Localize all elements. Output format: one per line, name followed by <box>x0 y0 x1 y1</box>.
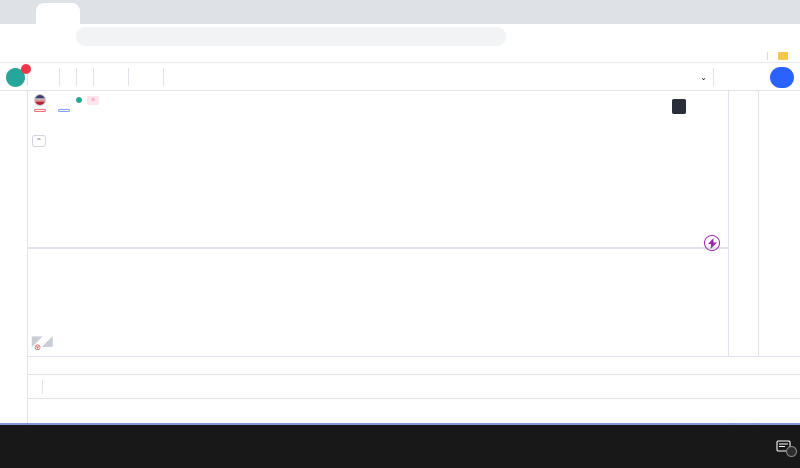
bottom-panel-bar <box>28 398 800 423</box>
pane-collapse-button[interactable]: ⌃ <box>32 135 46 147</box>
interval-button[interactable] <box>62 66 74 88</box>
forward-icon[interactable] <box>28 27 50 47</box>
replay-button[interactable] <box>146 66 161 88</box>
us-flag-icon <box>34 94 46 106</box>
chart-type-button[interactable] <box>79 66 91 88</box>
alert-button[interactable] <box>131 66 146 88</box>
chevron-down-icon: ⌄ <box>700 73 707 82</box>
taskbar <box>0 425 800 468</box>
folder-icon <box>778 52 788 60</box>
macd-indicator-label[interactable]: ⊛ <box>34 342 41 353</box>
axis-corner <box>728 356 800 374</box>
templates-button[interactable] <box>114 66 126 88</box>
tv-toolbar: ⌄ <box>0 64 800 91</box>
drawing-toolbar <box>0 91 28 425</box>
delayed-data-icon: ≡ <box>87 96 99 105</box>
screen: ⌄ ≡ <box>0 0 800 468</box>
all-bookmarks-button[interactable] <box>767 52 792 60</box>
settings-button[interactable] <box>728 66 740 88</box>
fullscreen-button[interactable] <box>740 66 752 88</box>
lock-icon <box>86 27 100 47</box>
notification-count-badge <box>786 446 797 457</box>
notification-center-icon[interactable] <box>776 440 792 454</box>
user-avatar[interactable] <box>6 68 25 87</box>
quote-row <box>34 109 110 112</box>
new-tab-button[interactable] <box>80 3 104 24</box>
symbol-row[interactable]: ≡ <box>34 94 110 106</box>
compare-button[interactable] <box>45 66 57 88</box>
back-icon[interactable] <box>6 27 28 47</box>
market-status-icon <box>76 97 82 103</box>
tv-toolbar-right: ⌄ <box>684 66 794 88</box>
publish-button[interactable] <box>770 67 794 88</box>
bid-value <box>34 109 46 112</box>
notification-badge <box>21 64 31 74</box>
boost-icon[interactable] <box>704 235 720 251</box>
timeframe-bar <box>28 374 800 398</box>
pane-divider[interactable] <box>28 247 728 249</box>
layout-name-button[interactable]: ⌄ <box>696 72 711 83</box>
time-axis[interactable] <box>28 356 728 374</box>
reload-icon[interactable] <box>50 27 72 47</box>
bookmarks-right <box>757 52 792 60</box>
system-tray <box>705 425 800 468</box>
url-input[interactable] <box>76 27 506 46</box>
active-tab[interactable] <box>36 3 80 24</box>
bookmarks-bar <box>0 49 800 63</box>
tooltip <box>672 99 686 114</box>
indicators-button[interactable] <box>96 66 114 88</box>
layout-select-button[interactable] <box>684 66 696 88</box>
symbol-search-button[interactable] <box>30 66 45 88</box>
chart-legend: ≡ <box>34 94 110 115</box>
undo-button[interactable] <box>166 66 178 88</box>
browser-tab-strip <box>0 0 800 24</box>
address-bar <box>0 24 800 49</box>
snapshot-button[interactable] <box>752 66 764 88</box>
ask-value <box>58 109 70 112</box>
quick-search-button[interactable] <box>716 66 728 88</box>
